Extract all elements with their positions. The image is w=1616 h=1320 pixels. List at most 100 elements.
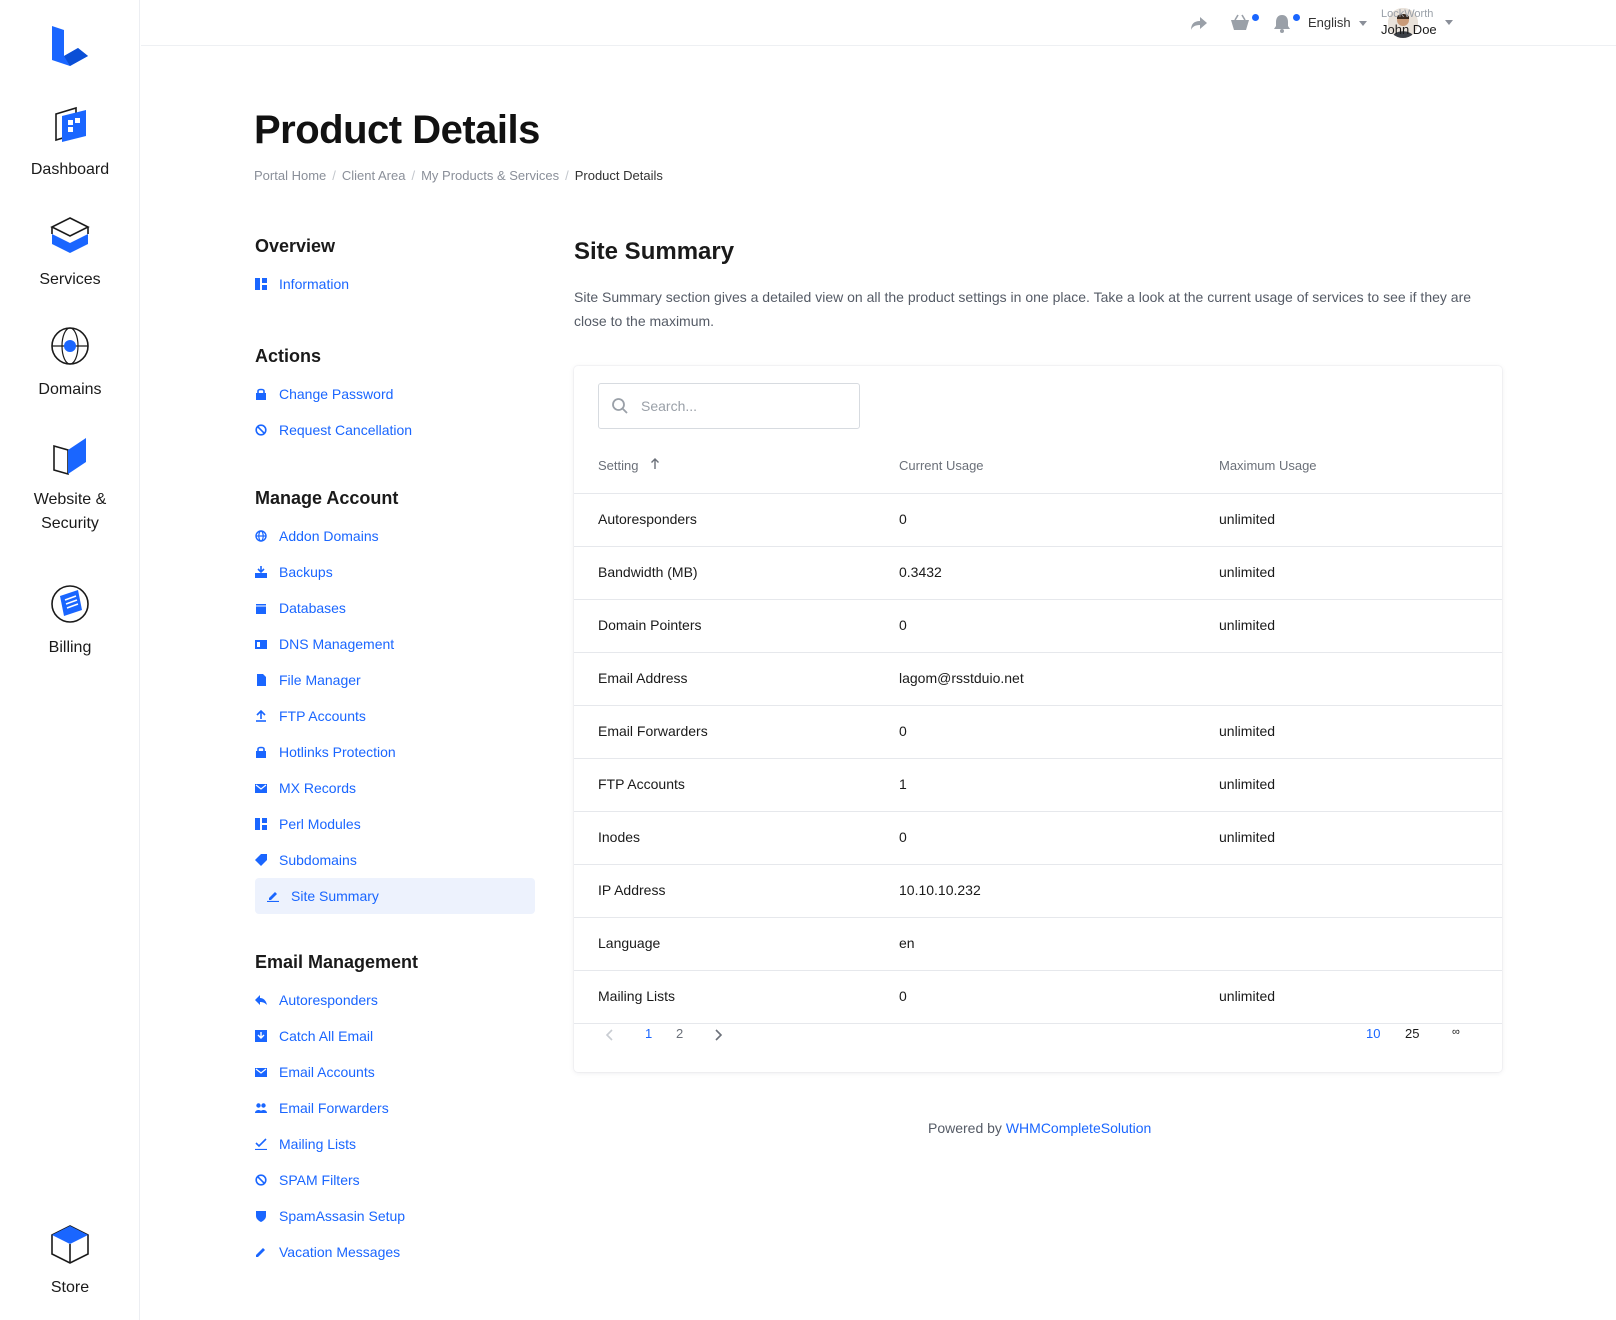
footer-link[interactable]: WHMCompleteSolution [1006,1120,1152,1136]
rail-label: Domains [38,381,102,398]
menu-item-databases[interactable]: Databases [255,590,535,626]
menu-item-mx-records[interactable]: MX Records [255,770,535,806]
column-header-label: Setting [598,458,639,473]
menu-item-mailing-lists[interactable]: Mailing Lists [255,1126,535,1162]
page-button-2[interactable]: 2 [676,1026,683,1041]
table-row: IP Address 10.10.10.232 [574,865,1502,918]
menu-item-autoresponders[interactable]: Autoresponders [255,982,535,1018]
page-size-25[interactable]: 25 [1405,1026,1419,1041]
search-input[interactable] [641,398,841,414]
menu-item-vacation-messages[interactable]: Vacation Messages [255,1234,535,1270]
shield-icon [255,1210,267,1222]
ban-icon [255,424,267,436]
menu-item-label: Perl Modules [279,816,361,832]
menu-item-file-manager[interactable]: File Manager [255,662,535,698]
rail-label: Dashboard [30,161,110,178]
cart-badge [1252,14,1259,21]
reply-icon [255,994,267,1006]
menu-item-site-summary[interactable]: Site Summary [255,878,535,914]
menu-item-spam-filters[interactable]: SPAM Filters [255,1162,535,1198]
table-row: Language en [574,918,1502,971]
cart-icon[interactable] [1229,12,1251,34]
envelope-icon [255,782,267,794]
menu-item-change-password[interactable]: Change Password [255,376,535,412]
menu-item-perl-modules[interactable]: Perl Modules [255,806,535,842]
breadcrumb-my-products[interactable]: My Products & Services [421,168,559,183]
grid-icon [255,278,267,290]
menu-item-addon-domains[interactable]: Addon Domains [255,518,535,554]
rail-item-dashboard[interactable]: Dashboard [0,104,140,182]
user-menu-text[interactable]: LockWorth John Doe [1381,7,1437,39]
rail-item-store[interactable]: Store [0,1222,140,1300]
billing-icon [51,585,89,623]
menu-item-information[interactable]: Information [255,266,535,302]
menu-item-dns-management[interactable]: DNS Management [255,626,535,662]
column-header-current-usage[interactable]: Current Usage [899,458,984,473]
menu-item-label: File Manager [279,672,361,688]
breadcrumb-separator: / [332,168,336,183]
cell-current-usage: 1 [899,776,907,792]
menu-heading-overview: Overview [255,236,336,256]
check-line-icon [255,1138,267,1150]
upload-icon [255,710,267,722]
search-icon [612,398,628,414]
shield-book-icon [53,438,86,476]
menu-item-ftp-accounts[interactable]: FTP Accounts [255,698,535,734]
cell-maximum-usage: unlimited [1219,776,1276,792]
site-summary-table-card: Setting Current Usage Maximum Usage Auto… [574,366,1502,1072]
services-icon [50,217,90,253]
menu-item-request-cancellation[interactable]: Request Cancellation [255,412,535,448]
breadcrumb-current: Product Details [574,168,663,183]
chevron-right-icon[interactable] [712,1028,724,1042]
menu-item-email-forwarders[interactable]: Email Forwarders [255,1090,535,1126]
page-size-10[interactable]: 10 [1366,1026,1380,1041]
menu-item-hotlinks-protection[interactable]: Hotlinks Protection [255,734,535,770]
user-name: John Doe [1381,22,1437,37]
table-row: Bandwidth (MB) 0.3432 unlimited [574,547,1502,600]
search-box[interactable] [598,383,860,429]
menu-item-label: Catch All Email [279,1028,374,1044]
rail-item-domains[interactable]: Domains [0,324,140,402]
menu-item-backups[interactable]: Backups [255,554,535,590]
page-button-1[interactable]: 1 [645,1026,652,1041]
cell-maximum-usage: unlimited [1219,617,1276,633]
section-title: Site Summary [574,238,735,265]
menu-item-label: Databases [279,600,346,616]
menu-item-label: Information [279,276,350,292]
menu-item-label: DNS Management [279,636,395,652]
rail-item-billing[interactable]: Billing [0,582,140,660]
menu-item-catch-all-email[interactable]: Catch All Email [255,1018,535,1054]
footer: Powered by WHMCompleteSolution [928,1120,1151,1136]
language-label: English [1308,15,1351,30]
language-selector[interactable]: English [1308,15,1367,30]
page-size-all[interactable]: ∞ [1452,1026,1460,1038]
rail-label: Website & [33,491,107,508]
breadcrumb-client-area[interactable]: Client Area [342,168,406,183]
menu-item-label: Change Password [279,386,394,402]
menu-item-subdomains[interactable]: Subdomains [255,842,535,878]
dashboard-icon [55,106,86,142]
rail-item-services[interactable]: Services [0,214,140,292]
table-row: Email Address lagom@rsstduio.net [574,653,1502,706]
breadcrumb-separator: / [411,168,416,183]
column-header-setting[interactable]: Setting [598,458,660,473]
menu-item-spamassasin-setup[interactable]: SpamAssasin Setup [255,1198,535,1234]
table-row: Email Forwarders 0 unlimited [574,706,1502,759]
section-description: Site Summary section gives a detailed vi… [574,289,1472,329]
rail-item-website-security[interactable]: Website & Security [0,434,140,536]
menu-item-email-accounts[interactable]: Email Accounts [255,1054,535,1090]
cell-current-usage: en [899,935,915,951]
ban-icon [255,1174,267,1186]
user-chevron-down-icon[interactable] [1445,20,1453,25]
breadcrumb-portal-home[interactable]: Portal Home [254,168,326,183]
pagination: 1 2 10 25 ∞ [574,1026,1502,1056]
dns-card-icon [255,638,267,650]
column-header-maximum-usage[interactable]: Maximum Usage [1219,458,1317,473]
cell-maximum-usage: unlimited [1219,511,1276,527]
pencil-icon [255,1246,267,1258]
share-icon[interactable] [1188,12,1210,34]
chevron-left-icon[interactable] [604,1028,616,1042]
sort-ascending-icon [651,458,660,469]
bell-icon[interactable] [1271,12,1293,34]
brand-logo[interactable] [52,26,88,66]
